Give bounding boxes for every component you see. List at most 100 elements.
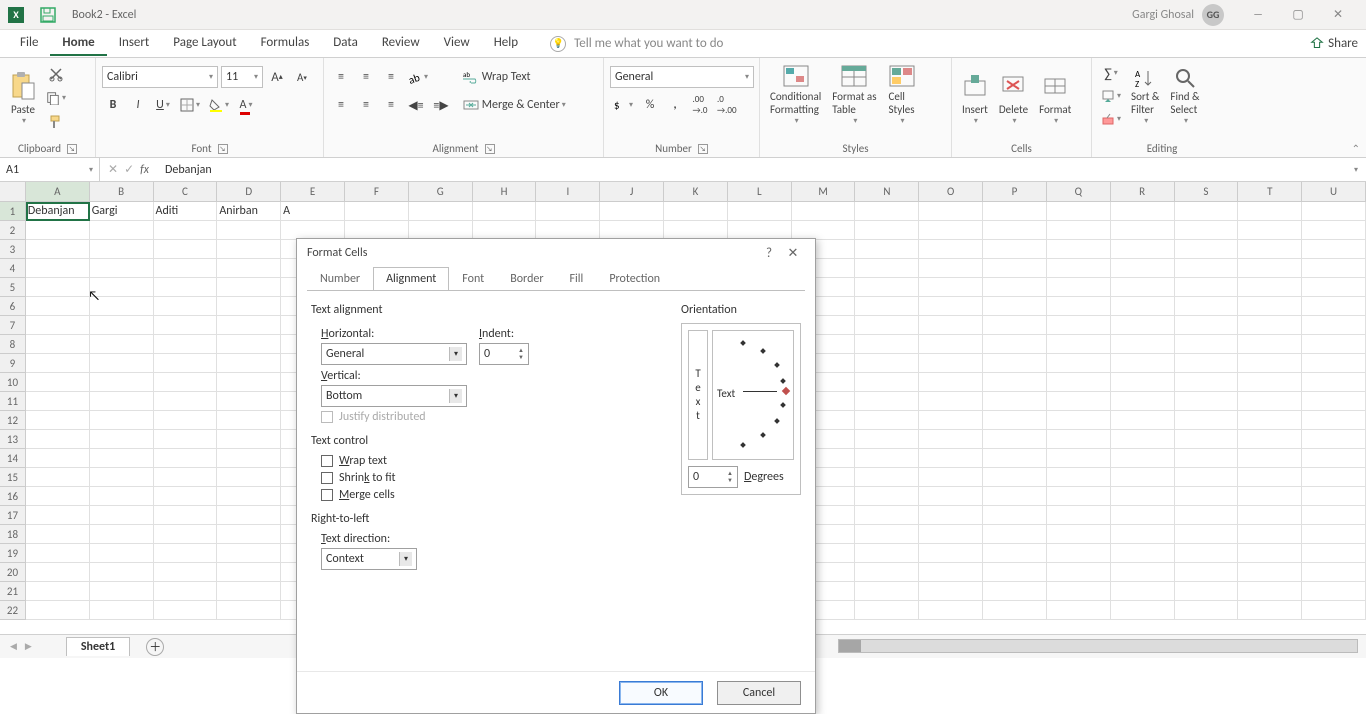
cell[interactable] [983, 582, 1047, 601]
cell[interactable] [217, 487, 281, 506]
cell[interactable] [90, 240, 154, 259]
cell[interactable] [1047, 468, 1111, 487]
shrink-to-fit-checkbox[interactable]: Shrink to fit [321, 471, 571, 485]
format-as-table-button[interactable]: Format as Table [828, 66, 880, 126]
cell[interactable] [154, 278, 218, 297]
cell[interactable] [536, 202, 600, 221]
cell[interactable] [1047, 392, 1111, 411]
menu-tab-formulas[interactable]: Formulas [249, 31, 322, 56]
cell[interactable] [154, 544, 218, 563]
expand-formula-bar-button[interactable]: ▾ [1346, 165, 1366, 175]
close-window-button[interactable]: ✕ [1318, 3, 1358, 27]
cell[interactable] [217, 354, 281, 373]
cell[interactable]: Anirban [217, 202, 281, 221]
cell[interactable] [1047, 430, 1111, 449]
cell[interactable] [154, 601, 218, 620]
cell[interactable] [919, 563, 983, 582]
cell[interactable] [1238, 544, 1302, 563]
menu-tab-home[interactable]: Home [50, 31, 106, 56]
share-button[interactable]: Share [1310, 36, 1358, 51]
cell[interactable] [1302, 316, 1366, 335]
number-launcher[interactable]: ↘ [698, 144, 708, 154]
cell[interactable] [855, 582, 919, 601]
cell[interactable] [1111, 259, 1175, 278]
row-header[interactable]: 5 [0, 278, 26, 297]
column-header[interactable]: F [345, 182, 409, 201]
cell[interactable] [919, 525, 983, 544]
cell[interactable] [90, 411, 154, 430]
cell[interactable] [983, 544, 1047, 563]
cell[interactable] [1111, 392, 1175, 411]
row-header[interactable]: 18 [0, 525, 26, 544]
cell[interactable] [1238, 582, 1302, 601]
row-header[interactable]: 22 [0, 601, 26, 620]
sort-filter-button[interactable]: AZSort & Filter [1127, 66, 1163, 126]
column-header[interactable]: S [1175, 182, 1239, 201]
cell[interactable] [919, 449, 983, 468]
cell[interactable] [855, 392, 919, 411]
cell[interactable] [1111, 544, 1175, 563]
column-header[interactable]: U [1302, 182, 1366, 201]
cell[interactable] [217, 392, 281, 411]
cell[interactable] [90, 449, 154, 468]
cell[interactable] [1302, 411, 1366, 430]
font-color-button[interactable]: A [235, 94, 257, 116]
cell[interactable] [154, 506, 218, 525]
column-header[interactable]: Q [1047, 182, 1111, 201]
cell[interactable] [217, 278, 281, 297]
cell[interactable] [1238, 202, 1302, 221]
cell[interactable] [1175, 506, 1239, 525]
cell[interactable] [919, 316, 983, 335]
fx-icon[interactable]: fx [140, 163, 149, 177]
cell[interactable] [1047, 411, 1111, 430]
cell[interactable] [983, 525, 1047, 544]
cell[interactable] [919, 487, 983, 506]
cell[interactable] [1238, 354, 1302, 373]
row-header[interactable]: 11 [0, 392, 26, 411]
row-header[interactable]: 10 [0, 373, 26, 392]
cell[interactable] [154, 525, 218, 544]
cell[interactable] [217, 601, 281, 620]
row-header[interactable]: 8 [0, 335, 26, 354]
cell[interactable] [90, 601, 154, 620]
cell[interactable] [1302, 297, 1366, 316]
cell[interactable] [1238, 563, 1302, 582]
cell[interactable] [983, 430, 1047, 449]
row-header[interactable]: 19 [0, 544, 26, 563]
text-direction-select[interactable]: Context▾ [321, 548, 417, 570]
cell[interactable] [154, 430, 218, 449]
cell[interactable] [1111, 240, 1175, 259]
cell[interactable] [1175, 316, 1239, 335]
merge-cells-checkbox[interactable]: Merge cells [321, 488, 571, 502]
cell[interactable] [1047, 240, 1111, 259]
cell[interactable] [154, 392, 218, 411]
cell[interactable] [217, 373, 281, 392]
cell[interactable] [154, 563, 218, 582]
cell-styles-button[interactable]: Cell Styles [884, 66, 920, 126]
cell[interactable] [855, 354, 919, 373]
delete-cells-button[interactable]: Delete [995, 66, 1032, 126]
row-header[interactable]: 12 [0, 411, 26, 430]
fill-button[interactable] [1098, 85, 1124, 107]
cell[interactable]: Debanjan [26, 202, 90, 221]
cell[interactable] [1302, 563, 1366, 582]
clipboard-launcher[interactable]: ↘ [67, 144, 77, 154]
cell[interactable] [1175, 202, 1239, 221]
cell[interactable] [1111, 278, 1175, 297]
orientation-control[interactable]: Text Text [681, 323, 801, 495]
cell[interactable] [1047, 202, 1111, 221]
row-header[interactable]: 1 [0, 202, 26, 221]
cell[interactable] [1302, 449, 1366, 468]
cell[interactable] [983, 506, 1047, 525]
cell[interactable] [1175, 601, 1239, 620]
increase-decimal-button[interactable]: .00→.0 [689, 94, 711, 116]
cell[interactable] [90, 525, 154, 544]
cell[interactable] [217, 449, 281, 468]
cell[interactable] [217, 506, 281, 525]
cell[interactable] [1175, 411, 1239, 430]
cell[interactable] [1238, 221, 1302, 240]
row-header[interactable]: 9 [0, 354, 26, 373]
cell[interactable] [1175, 259, 1239, 278]
cell[interactable] [1111, 202, 1175, 221]
fill-color-button[interactable] [206, 94, 232, 116]
